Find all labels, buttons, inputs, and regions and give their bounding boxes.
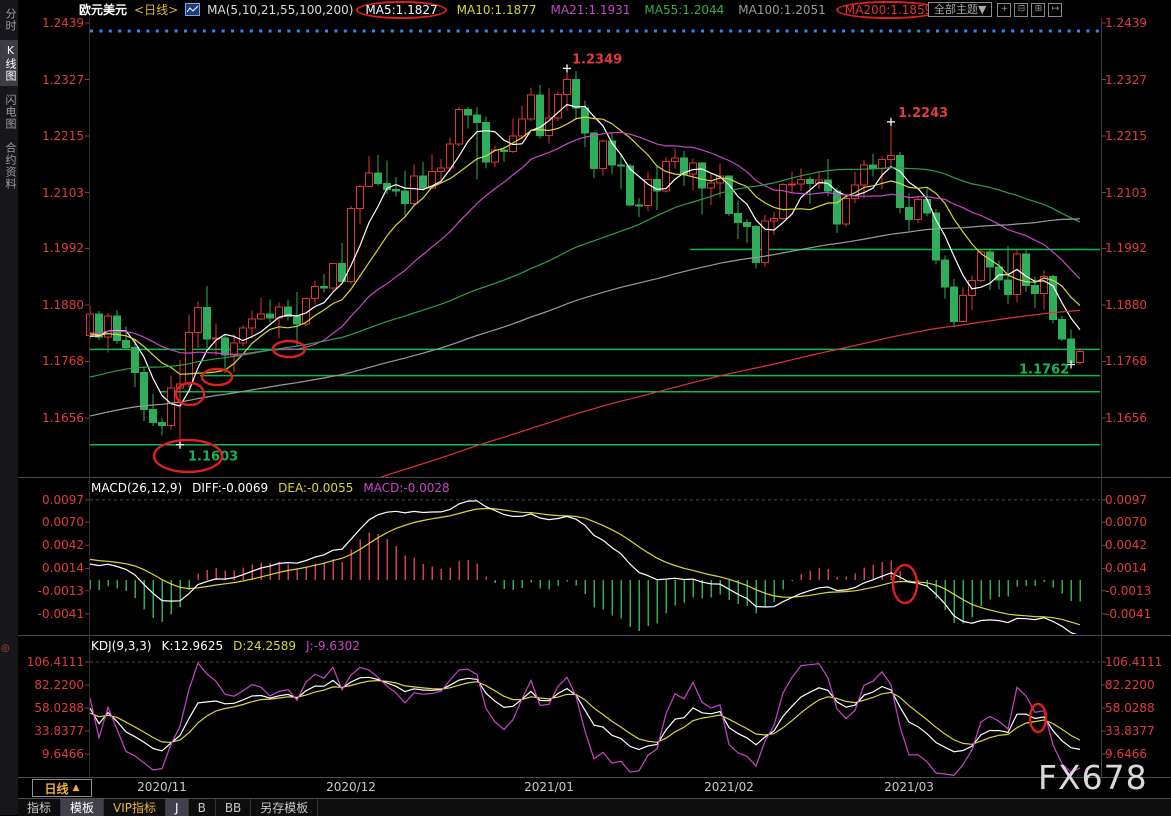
compress-axis-icon[interactable]: ⊟ (1014, 3, 1028, 17)
macd-axis-label: 0.0042 (20, 539, 84, 551)
price-annotation: 1.2349 (572, 52, 622, 67)
macd-axis-label: 0.0014 (1105, 562, 1169, 574)
kdj-axis-label: 82.2200 (20, 679, 84, 691)
ma-value-label: MA10:1.1877 (457, 3, 537, 17)
macd-diff-value: DIFF:-0.0069 (192, 481, 268, 495)
toolbar-button[interactable]: BB (216, 799, 251, 816)
toolbar-button[interactable]: VIP指标 (104, 799, 166, 816)
price-axis-label: 1.2215 (1105, 130, 1169, 142)
top-indicator-bar: 欧元美元 <日线> MA(5,10,21,55,100,200) MA5:1.1… (79, 1, 937, 18)
macd-axis-label: -0.0041 (1105, 608, 1169, 620)
chart-type-sidebar: 分时图 K线图闪电图合约资料 (0, 0, 18, 815)
macd-axis-label: -0.0041 (20, 608, 84, 620)
toolbar-button[interactable]: 另存模板 (251, 799, 318, 816)
theme-select-button[interactable]: 全部主题▼ (928, 2, 992, 17)
toolbar-button[interactable]: 模板 (61, 799, 104, 816)
detach-window-icon[interactable]: ↦ (1048, 3, 1062, 17)
macd-title: MACD(26,12,9) (91, 481, 182, 495)
ma-value-label: MA100:1.2051 (738, 3, 826, 17)
kdj-axis-label: 33.8377 (1105, 725, 1169, 737)
kdj-k-value: K:12.9625 (162, 639, 224, 653)
sidebar-tab-2[interactable]: K线图 (0, 40, 18, 86)
price-axis-label: 1.2439 (1105, 17, 1169, 29)
symbol-name: 欧元美元 (79, 1, 127, 18)
kdj-axis-label: 33.8377 (20, 725, 84, 737)
period-tag: <日线> (134, 1, 178, 18)
macd-dea-value: DEA:-0.0055 (278, 481, 353, 495)
kline-icon (185, 3, 200, 16)
price-axis-label: 1.2103 (20, 187, 84, 199)
kdj-axis-label: 9.6466 (1105, 748, 1169, 760)
kdj-d-value: D:24.2589 (233, 639, 296, 653)
triangle-up-icon: ▲ (73, 783, 80, 793)
kdj-axis-label: 58.0288 (1105, 702, 1169, 714)
window-icons: +⊟⊞↦ (997, 3, 1062, 17)
price-axis-label: 1.2327 (20, 74, 84, 86)
price-axis-label: 1.1992 (20, 242, 84, 254)
price-axis-label: 1.2439 (20, 17, 84, 29)
kdj-axis-label: 82.2200 (1105, 679, 1169, 691)
macd-axis-label: 0.0097 (20, 494, 84, 506)
price-axis-label: 1.1992 (1105, 242, 1169, 254)
macd-axis-label: -0.0013 (20, 585, 84, 597)
kdj-header: KDJ(9,3,3) K:12.9625 D:24.2589 J:-9.6302 (91, 639, 370, 653)
macd-macd-value: MACD:-0.0028 (363, 481, 449, 495)
macd-axis-label: 0.0070 (1105, 516, 1169, 528)
bottom-toolbar: 指标模板VIP指标JBBB另存模板 (18, 798, 1171, 816)
sidebar-tab-3[interactable]: 闪电图 (0, 90, 18, 134)
kdj-axis-label: 106.4111 (1105, 656, 1169, 668)
sidebar-tab-1[interactable]: 分时图 (0, 3, 18, 37)
sidebar-tab-4[interactable]: 合约资料 (0, 137, 18, 195)
date-axis-label: 2021/01 (514, 780, 584, 794)
date-axis-label: 2020/11 (127, 780, 197, 794)
toolbar-button[interactable]: J (166, 799, 189, 816)
chart-canvas[interactable]: 1.1603 1.2349 1.2243 1.1762 (0, 0, 1171, 815)
kdj-axis-label: 106.4111 (20, 656, 84, 668)
toolbar-button[interactable]: B (189, 799, 216, 816)
target-icon[interactable]: ◎ (1, 643, 10, 654)
kdj-title: KDJ(9,3,3) (91, 639, 152, 653)
period-selector[interactable]: 日线 ▲ (32, 779, 92, 797)
watermark: FX678 (1038, 758, 1148, 797)
macd-axis-label: 0.0042 (1105, 539, 1169, 551)
expand-axis-icon[interactable]: ⊞ (1031, 3, 1045, 17)
price-axis-label: 1.2103 (1105, 187, 1169, 199)
crosshair-icon[interactable]: + (997, 3, 1011, 17)
macd-axis-label: -0.0013 (1105, 585, 1169, 597)
ma-value-label: MA5:1.1827 (356, 1, 446, 19)
price-axis-label: 1.1656 (1105, 412, 1169, 424)
price-axis-label: 1.1768 (1105, 355, 1169, 367)
kdj-axis-label: 58.0288 (20, 702, 84, 714)
macd-header: MACD(26,12,9) DIFF:-0.0069 DEA:-0.0055 MACD… (91, 481, 460, 495)
price-annotation: 1.1603 (188, 450, 238, 465)
date-axis-label: 2020/12 (316, 780, 386, 794)
price-axis-label: 1.1880 (1105, 299, 1169, 311)
price-axis-label: 1.1656 (20, 412, 84, 424)
period-label: 日线 (45, 780, 69, 797)
ma-values: MA5:1.1827MA10:1.1877MA21:1.1931MA55:1.2… (360, 3, 937, 17)
price-axis-label: 1.1768 (20, 355, 84, 367)
ma-value-label: MA200:1.1859 (836, 1, 942, 19)
ma-group-label: MA(5,10,21,55,100,200) (207, 3, 353, 17)
price-annotation: 1.1762 (1019, 363, 1069, 378)
topbar-controls: 全部主题▼ +⊟⊞↦ (928, 2, 1062, 17)
macd-axis-label: 0.0014 (20, 562, 84, 574)
toolbar-button[interactable]: 指标 (18, 799, 61, 816)
kdj-axis-label: 9.6466 (20, 748, 84, 760)
price-axis-label: 1.2215 (20, 130, 84, 142)
price-annotation: 1.2243 (898, 106, 948, 121)
ma-value-label: MA21:1.1931 (551, 3, 631, 17)
price-axis-label: 1.1880 (20, 299, 84, 311)
price-axis-label: 1.2327 (1105, 74, 1169, 86)
macd-axis-label: 0.0070 (20, 516, 84, 528)
kdj-j-value: J:-9.6302 (306, 639, 360, 653)
ma-value-label: MA55:1.2044 (644, 3, 724, 17)
macd-axis-label: 0.0097 (1105, 494, 1169, 506)
date-axis-label: 2021/02 (694, 780, 764, 794)
date-axis-label: 2021/03 (874, 780, 944, 794)
